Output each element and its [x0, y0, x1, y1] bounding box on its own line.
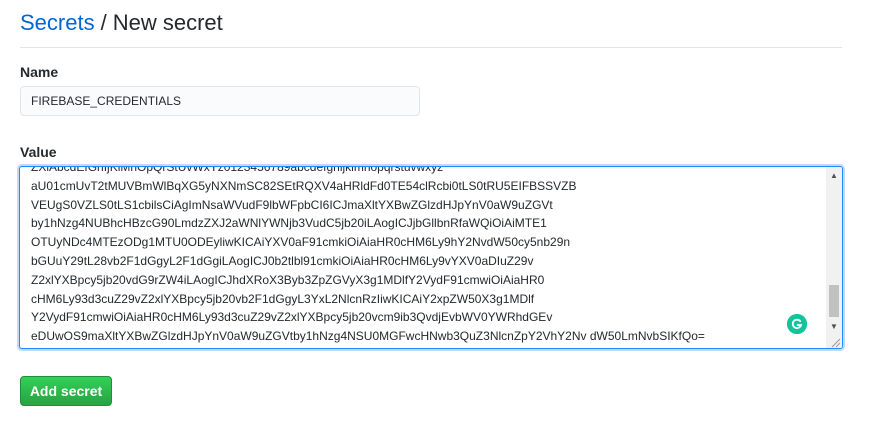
value-line: by1hNzg4NUBhcHBzcG90LmdzZXJ2aWNlYWNjb3Vu…	[31, 216, 547, 231]
value-line: aU01cmUvT2tMUVBmWlBqXG5yNXNmSC82SEtRQXV4…	[31, 178, 577, 193]
grammarly-icon[interactable]	[787, 314, 807, 334]
page: Secrets / New secret Name FIREBASE_CREDENT…	[0, 0, 875, 435]
add-secret-button[interactable]: Add secret	[20, 376, 112, 406]
value-line: cHM6Ly93d3cuZ29vZ2xlYXBpcy5jb20vb2F1dGgy…	[31, 291, 535, 306]
page-title: New secret	[112, 10, 223, 35]
value-label: Value	[20, 144, 57, 160]
value-line: Z2xlYXBpcy5jb20vdG9rZW4iLAogICJhdXRoX3By…	[31, 272, 545, 287]
resize-grip-icon[interactable]	[829, 335, 841, 348]
name-input[interactable]: FIREBASE_CREDENTIALS	[20, 86, 420, 116]
value-textarea-content[interactable]: ZXlAbcdEfGhIjKlMnOpQrStUvWxYz0123456789a…	[20, 166, 825, 346]
value-line: ZXlAbcdEfGhIjKlMnOpQrStUvWxYz0123456789a…	[31, 166, 444, 174]
value-textarea[interactable]: ZXlAbcdEfGhIjKlMnOpQrStUvWxYz0123456789a…	[19, 166, 843, 349]
breadcrumb: Secrets / New secret	[20, 8, 842, 48]
textarea-scrollbar[interactable]: ▲ ▼	[826, 167, 842, 348]
value-line: eDUwOS9maXltYXBwZGlzdHJpYnV0aW9uZGVtby1h…	[31, 329, 705, 344]
name-label: Name	[20, 64, 59, 80]
value-line: Y2VydF91cmwiOiAiaHR0cHM6Ly93d3cuZ29vZ2xl…	[31, 310, 553, 325]
scroll-up-arrow-icon[interactable]: ▲	[826, 169, 842, 183]
scroll-thumb[interactable]	[829, 285, 839, 317]
value-line: OTUyNDc4MTEzODg1MTU0ODEyliwKICAiYXV0aF91…	[31, 235, 571, 250]
value-line: bGUuY29tL28vb2F1dGgyL2F1dGgiLAogICJ0b2tl…	[31, 253, 534, 268]
scroll-down-arrow-icon[interactable]: ▼	[826, 320, 842, 334]
value-line: VEUgS0VZLS0tLS1cbilsCiAgImNsaWVudF9lbWFp…	[31, 197, 553, 212]
breadcrumb-separator: /	[100, 10, 107, 35]
breadcrumb-secrets-link[interactable]: Secrets	[20, 10, 95, 35]
